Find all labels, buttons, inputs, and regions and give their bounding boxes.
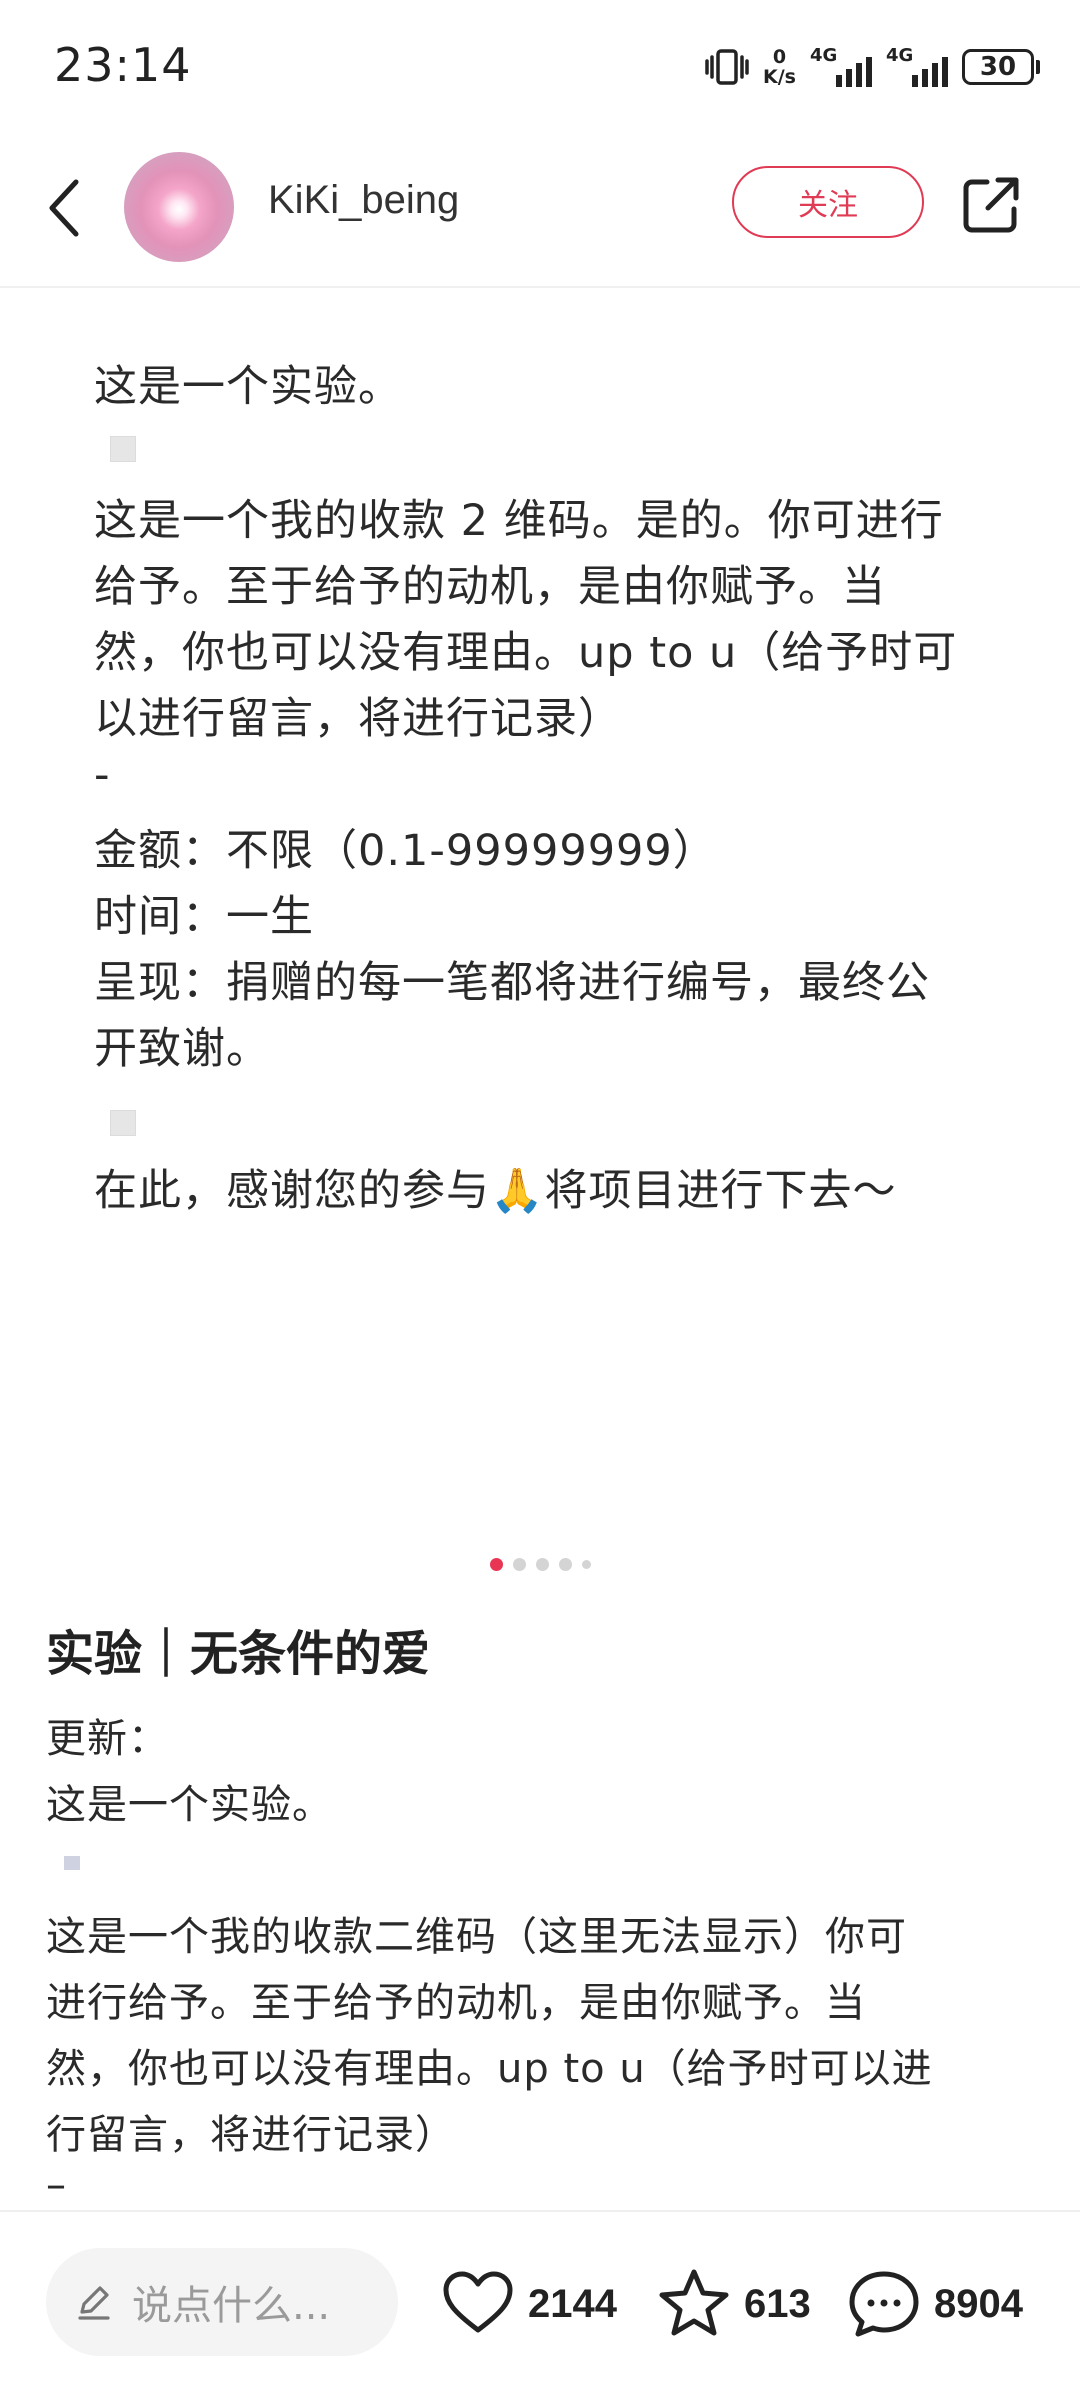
favorite-button[interactable]: 613: [656, 2264, 811, 2344]
signal-strength-1: 4G: [810, 45, 872, 87]
post-text-line: 更新：: [46, 1716, 169, 1762]
post-header: KiKi_being 关注: [0, 130, 1080, 288]
avatar[interactable]: [124, 152, 234, 262]
vibrate-icon: [705, 49, 749, 85]
signal-bars-icon: [836, 57, 872, 87]
favorite-count: 613: [744, 2281, 811, 2326]
network-speed: 0 K/s: [763, 47, 796, 87]
status-icons: 0 K/s 4G 4G 30: [705, 42, 1040, 92]
pagination-dot: [558, 1558, 572, 1571]
post-title: 实验｜无条件的爱: [46, 1626, 431, 1682]
slide-text-line: 这是一个我的收款 2 维码。是的。你可进行: [94, 496, 944, 546]
pagination-dot: [581, 1560, 591, 1569]
pencil-icon: [78, 2286, 110, 2320]
broken-image-placeholder: [110, 1110, 136, 1136]
status-bar: 23:14 0 K/s 4G 4G 30: [0, 0, 1080, 130]
back-button[interactable]: [36, 172, 92, 244]
status-time: 23:14: [54, 38, 192, 92]
bottom-action-bar: 说点什么... 2144 613 8904: [0, 2210, 1080, 2388]
pagination-dot: [512, 1558, 526, 1571]
post-text-line: 行留言，将进行记录）: [46, 2112, 456, 2158]
comment-button[interactable]: 8904: [846, 2264, 1023, 2344]
signal-bars-icon: [912, 57, 948, 87]
slide-text-line: 时间：一生: [94, 892, 314, 942]
signal-strength-2: 4G: [886, 45, 948, 87]
heart-icon: [443, 2271, 513, 2333]
like-count: 2144: [528, 2281, 617, 2326]
chevron-left-icon: [49, 179, 79, 237]
battery-level: 30: [962, 49, 1034, 85]
network-type-1: 4G: [810, 45, 838, 66]
star-icon: [659, 2269, 729, 2336]
like-button[interactable]: 2144: [440, 2264, 617, 2344]
network-type-2: 4G: [886, 45, 914, 66]
post-text-line: 进行给予。至于给予的动机，是由你赋予。当: [46, 1980, 866, 2026]
network-speed-unit: K/s: [763, 66, 796, 88]
slide-text-line: 金额：不限（0.1-99999999）: [94, 826, 717, 876]
author-username[interactable]: KiKi_being: [268, 178, 459, 223]
battery-icon: 30: [962, 49, 1040, 85]
post-image-slide[interactable]: 这是一个实验。 这是一个我的收款 2 维码。是的。你可进行 给予。至于给予的动机…: [0, 290, 1080, 1540]
slide-text-line: 以进行留言，将进行记录）: [94, 694, 622, 744]
slide-pagination: [0, 1558, 1080, 1571]
broken-image-placeholder: [110, 436, 136, 462]
share-icon[interactable]: [960, 174, 1022, 236]
slide-text-line: 然，你也可以没有理由。up to u（给予时可: [94, 628, 958, 678]
post-text-line: 这是一个实验。: [46, 1782, 333, 1828]
network-speed-value: 0: [772, 46, 787, 68]
slide-text-line: 在此，感谢您的参与🙏将项目进行下去～: [94, 1166, 897, 1216]
pagination-dot: [535, 1558, 549, 1571]
pagination-dot-active: [489, 1558, 503, 1571]
post-text-line: 这是一个我的收款二维码（这里无法显示）你可: [46, 1914, 907, 1960]
slide-text-line: 这是一个实验。: [94, 362, 402, 412]
post-text-line: –: [46, 2162, 67, 2208]
follow-button[interactable]: 关注: [732, 166, 924, 238]
comment-input[interactable]: 说点什么...: [46, 2248, 398, 2356]
slide-text-line: 给予。至于给予的动机，是由你赋予。当: [94, 562, 886, 612]
broken-image-placeholder: [64, 1856, 80, 1870]
slide-text-line: 呈现：捐赠的每一笔都将进行编号，最终公: [94, 958, 930, 1008]
slide-text-line: -: [94, 750, 111, 800]
comment-count: 8904: [934, 2281, 1023, 2326]
comment-placeholder: 说点什么...: [132, 2283, 331, 2329]
comment-icon: [849, 2271, 919, 2337]
slide-text-line: 开致谢。: [94, 1024, 270, 1074]
post-text-line: 然，你也可以没有理由。up to u（给予时可以进: [46, 2046, 933, 2092]
